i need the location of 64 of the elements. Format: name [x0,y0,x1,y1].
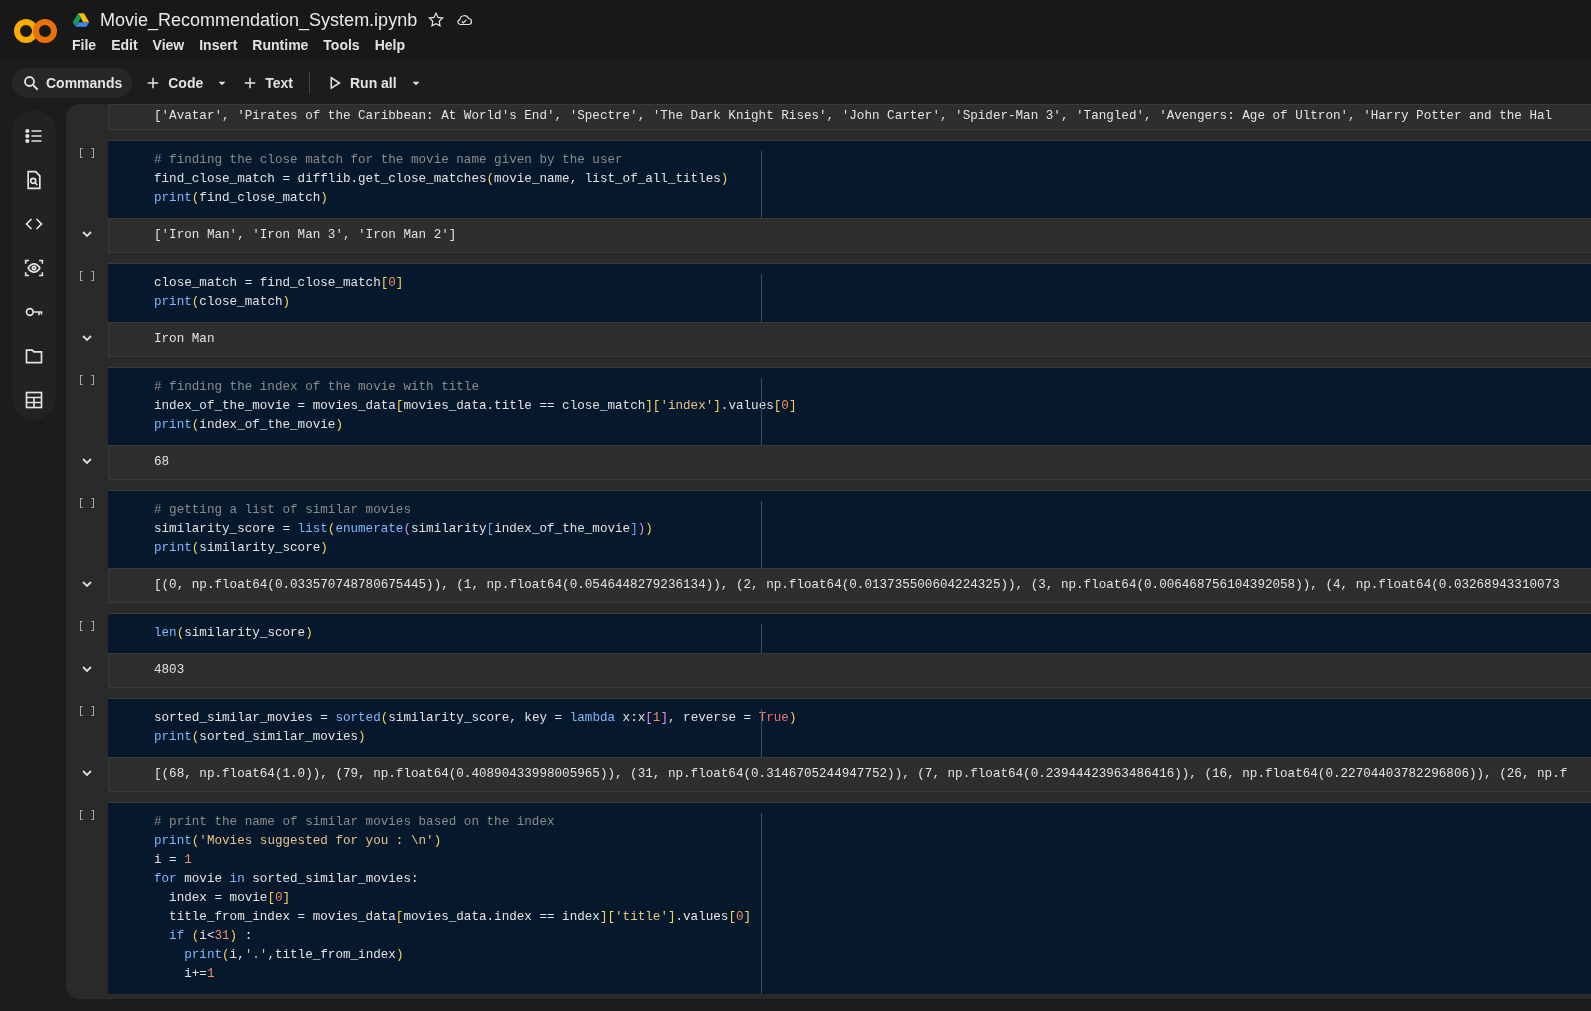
code-line: index_of_the_movie = movies_data[movies_data.title == close_match]['index'].values[0] [154,398,797,415]
code-line: print(close_match) [154,294,291,311]
code-line: for movie in sorted_similar_movies: [154,871,419,888]
output-text: 68 [154,454,170,471]
code-line: sorted_similar_movies = sorted(similarity_score, key = lambda x:x[1], reverse = True) [154,710,797,727]
run-cell-button[interactable]: [ ] [78,373,96,387]
commands-button[interactable]: Commands [12,68,133,98]
run-all-button[interactable]: Run all [318,68,405,98]
code-line: find_close_match = difflib.get_close_matches(movie_name, list_of_all_titles) [154,171,729,188]
menu-item[interactable]: Insert [199,36,246,53]
code-line: len(similarity_score) [154,625,313,642]
run-cell-button[interactable]: [ ] [78,808,96,822]
code-line: i = 1 [154,852,192,869]
output-text: [(68, np.float64(1.0)), (79, np.float64(0.40890433998005965)), (31, np.float64(0.3146705244947752)), (7, np.float64(0.23944423963486416)), (16, np.float64(0.22704403782296806)), (26, np.f [154,766,1568,783]
output-text: ['Iron Man', 'Iron Man 3', 'Iron Man 2'] [154,227,457,244]
folder-icon[interactable] [24,346,44,366]
code-editor[interactable]: # getting a list of similar movies similarity_score = list(enumerate(similarity[index_of_the_movie])) print(similarity_score) [108,490,1591,568]
code-editor[interactable]: close_match = find_close_match[0] print(close_match) [108,263,1591,322]
code-line: if (i<31) : [168,928,253,945]
document-search-icon[interactable] [24,170,44,190]
code-line: print(index_of_the_movie) [154,417,343,434]
add-code-button[interactable]: Code [136,68,212,98]
code-line: # finding the close match for the movie name given by the user [154,152,623,169]
search-icon [22,74,40,92]
code-editor[interactable]: len(similarity_score) [108,613,1591,653]
run-cell-button[interactable]: [ ] [78,619,96,633]
code-line: # print the name of similar movies based on the index [154,814,555,831]
menu-item[interactable]: File [72,36,105,53]
code-line: # getting a list of similar movies [154,502,411,519]
menu-item[interactable]: View [152,36,193,53]
run-cell-button[interactable]: [ ] [78,704,96,718]
output-text: [(0, np.float64(0.033570748780675445)), (1, np.float64(0.0546448279236134)), (2, np.float64(0.013735500604224325)), (3, np.float64(0.006468756104392058)), (4, np.float64(0.03268943310073 [154,577,1560,594]
menu-item[interactable]: Tools [323,36,368,53]
code-editor[interactable]: # finding the close match for the movie name given by the user find_close_match = difflib.get_close_matches(movie_name, list_of_all_titles) print(find_close_match) [108,140,1591,218]
output-text: 4803 [154,662,185,679]
drive-icon[interactable] [72,11,90,29]
code-line: print('Movies suggested for you : \n') [154,833,442,850]
menu-item[interactable]: Help [374,36,413,53]
star-icon[interactable] [427,11,446,29]
output-text: ['Avatar', 'Pirates of the Caribbean: At World's End', 'Spectre', 'The Dark Knight Rises', 'John Carter', 'Spider-Man 3', 'Tangled', 'Avengers: Age of Ultron', 'Harry Potter and the Hal [154,108,1553,125]
list-icon[interactable] [24,126,44,146]
code-line: print(similarity_score) [154,540,328,557]
code-line: print(find_close_match) [154,190,328,207]
menu-item[interactable]: Runtime [252,36,317,53]
run-cell-button[interactable]: [ ] [78,146,96,160]
code-line: # finding the index of the movie with title [154,379,479,396]
menu-item[interactable]: Edit [111,36,146,53]
code-line: print(sorted_similar_movies) [154,729,366,746]
eye-icon[interactable] [24,258,44,278]
code-line: print(i,'.',title_from_index) [183,947,404,964]
run-cell-button[interactable]: [ ] [78,496,96,510]
output-text: Iron Man [154,331,215,348]
code-editor[interactable]: # finding the index of the movie with title index_of_the_movie = movies_data[movies_data.title == close_match]['index'].values[0] print(index_of_the_movie) [108,367,1591,445]
code-line: similarity_score = list(enumerate(similarity[index_of_the_movie])) [154,521,653,538]
table-icon[interactable] [24,390,44,410]
colab-logo[interactable] [14,16,58,46]
add-text-button[interactable]: Text [233,68,301,98]
code-line: title_from_index = movies_data[movies_data.index == index]['title'].values[0] [168,909,752,926]
code-line: close_match = find_close_match[0] [154,275,404,292]
code-line: i+=1 [183,966,215,983]
code-line: index = movie[0] [168,890,291,907]
code-editor[interactable]: sorted_similar_movies = sorted(similarity_score, key = lambda x:x[1], reverse = True) print(sorted_similar_movies) [108,698,1591,757]
notebook-title[interactable]: Movie_Recommendation_System.ipynb [100,9,418,31]
run-cell-button[interactable]: [ ] [78,269,96,283]
